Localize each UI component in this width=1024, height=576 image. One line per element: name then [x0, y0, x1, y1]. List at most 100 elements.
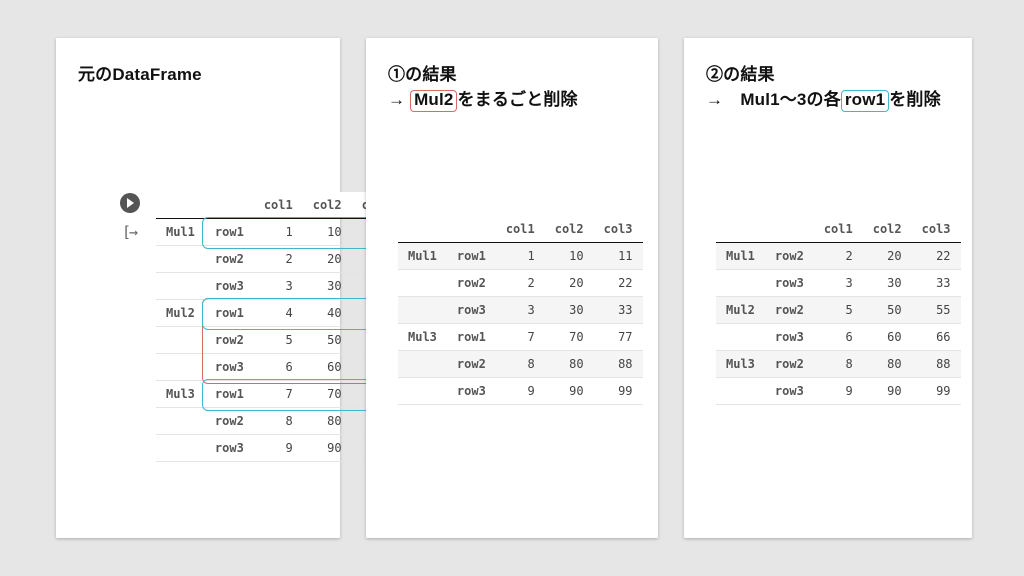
group-label: Mul3 — [716, 351, 765, 378]
row-label: row1 — [205, 300, 254, 327]
column-header: col2 — [863, 216, 912, 243]
row-label: row3 — [765, 324, 814, 351]
row-label: row2 — [205, 246, 254, 273]
panel-title-line2: → Mul1〜3の各row1を削除 — [706, 85, 950, 112]
cell: 30 — [545, 297, 594, 324]
table-result-2: col1col2col3Mul1row222022row333033Mul2ro… — [716, 216, 961, 405]
table-row: row255055 — [156, 327, 401, 354]
cell: 22 — [912, 243, 961, 270]
table-result-1: col1col2col3Mul1row111011row222022row333… — [398, 216, 643, 405]
table-row: row288088 — [156, 408, 401, 435]
column-header: col1 — [496, 216, 545, 243]
group-label: Mul1 — [398, 243, 447, 270]
table-row: row288088 — [398, 351, 643, 378]
group-label — [398, 351, 447, 378]
cell: 90 — [863, 378, 912, 405]
cell: 5 — [254, 327, 303, 354]
table-row: row366066 — [156, 354, 401, 381]
cell: 99 — [912, 378, 961, 405]
row-label: row3 — [205, 273, 254, 300]
column-header: col1 — [814, 216, 863, 243]
row-label: row2 — [765, 297, 814, 324]
row-label: row3 — [765, 270, 814, 297]
table-row: Mul3row177077 — [156, 381, 401, 408]
table-row: row399099 — [716, 378, 961, 405]
cell: 3 — [814, 270, 863, 297]
cell: 1 — [496, 243, 545, 270]
panel-result-1: ①の結果 → Mul2をまるごと削除 col1col2col3 Mul1 row1 1… — [366, 38, 658, 538]
cell: 60 — [303, 354, 352, 381]
group-label — [398, 297, 447, 324]
table-row: Mul1row222022 — [716, 243, 961, 270]
row-label: row1 — [447, 324, 496, 351]
export-icon[interactable]: [→ — [120, 223, 148, 241]
table-row: row333033 — [156, 273, 401, 300]
cell: 90 — [303, 435, 352, 462]
cell: 11 — [594, 243, 643, 270]
cell: 9 — [496, 378, 545, 405]
cell: 80 — [303, 408, 352, 435]
panel-title: 元のDataFrame — [56, 38, 340, 85]
cell: 99 — [594, 378, 643, 405]
panel-title: ②の結果 → Mul1〜3の各row1を削除 — [684, 38, 972, 112]
panel-title-text: 元のDataFrame — [78, 65, 202, 84]
cell: 55 — [912, 297, 961, 324]
column-header: col3 — [594, 216, 643, 243]
cell: 88 — [594, 351, 643, 378]
table-row: row333033 — [398, 297, 643, 324]
cell: 70 — [303, 381, 352, 408]
row-label: row2 — [765, 351, 814, 378]
cell: 40 — [303, 300, 352, 327]
table-row: row222022 — [398, 270, 643, 297]
group-label — [716, 324, 765, 351]
table-original: col1col2col3Mul1row111011row222022row333… — [156, 192, 401, 462]
cell: 20 — [545, 270, 594, 297]
cell: 7 — [254, 381, 303, 408]
group-label: Mul2 — [716, 297, 765, 324]
cell: 22 — [594, 270, 643, 297]
cell: 30 — [863, 270, 912, 297]
cell: 6 — [254, 354, 303, 381]
row-label: row3 — [447, 297, 496, 324]
cell: 66 — [912, 324, 961, 351]
column-header: col2 — [545, 216, 594, 243]
cell: 3 — [254, 273, 303, 300]
table-row: Mul1row111011 — [156, 219, 401, 246]
panel-title: ①の結果 → Mul2をまるごと削除 — [366, 38, 658, 112]
cell: 9 — [814, 378, 863, 405]
group-label — [156, 246, 205, 273]
row-label: row1 — [205, 219, 254, 246]
group-label — [156, 435, 205, 462]
group-label — [398, 378, 447, 405]
panel-original: 元のDataFrame [→ col1col2col3Mul1row111011… — [56, 38, 340, 538]
panel-title-line1: ②の結果 — [706, 65, 775, 84]
cell: 80 — [545, 351, 594, 378]
row-label: row3 — [205, 354, 254, 381]
table-row: Mul2row255055 — [716, 297, 961, 324]
group-label — [716, 378, 765, 405]
row-label: row2 — [447, 270, 496, 297]
table-row: Mul3row288088 — [716, 351, 961, 378]
table-row: Mul1row111011 — [398, 243, 643, 270]
cell: 33 — [912, 270, 961, 297]
row-label: row1 — [205, 381, 254, 408]
cell: 1 — [254, 219, 303, 246]
cell: 8 — [254, 408, 303, 435]
cell: 80 — [863, 351, 912, 378]
cell: 9 — [254, 435, 303, 462]
group-label: Mul2 — [156, 300, 205, 327]
cell: 77 — [594, 324, 643, 351]
dataframe-original: col1col2col3Mul1row111011row222022row333… — [156, 192, 401, 462]
cell: 50 — [303, 327, 352, 354]
dataframe-result-1: col1col2col3Mul1row111011row222022row333… — [398, 216, 643, 405]
group-label: Mul3 — [156, 381, 205, 408]
cell: 20 — [303, 246, 352, 273]
group-label — [156, 408, 205, 435]
play-icon[interactable] — [120, 193, 140, 213]
cell: 10 — [303, 219, 352, 246]
cell: 33 — [594, 297, 643, 324]
table-row: Mul3row177077 — [398, 324, 643, 351]
cell: 20 — [863, 243, 912, 270]
row-label: row2 — [447, 351, 496, 378]
column-header: col3 — [912, 216, 961, 243]
